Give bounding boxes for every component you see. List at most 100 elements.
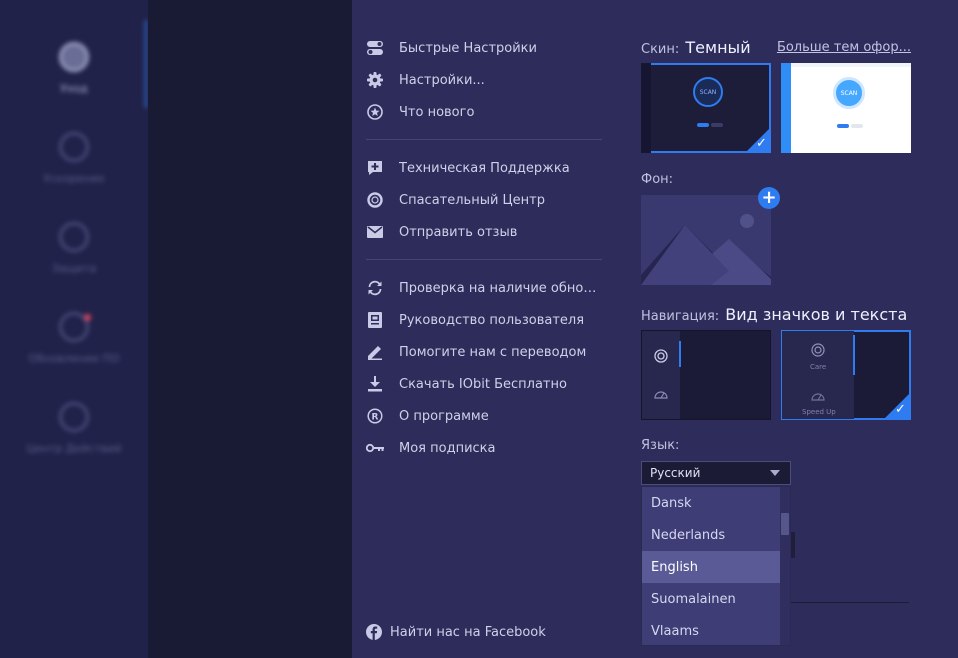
landscape-icon [641,195,771,285]
skin-dark-thumbnail[interactable]: SCAN ✓ [641,63,771,153]
thumb-active-bar [853,335,855,375]
svg-text:R: R [372,413,379,423]
hidden-divider [791,602,909,603]
appearance-settings: Скин: Темный Больше тем офор... SCAN ✓ S… [641,0,931,658]
menu-item-label: Спасательный Центр [399,192,545,208]
language-selected-value: Русский [650,466,701,480]
menu-item-label: Проверка на наличие обновлений [399,280,599,296]
app-sidebar: Уход Ускорение Защита Обновление ПО Цент… [0,0,148,658]
shield-icon [59,222,89,252]
check-icon: ✓ [895,402,906,417]
app-sidebar-item-protect: Защита [0,222,148,275]
facebook-link[interactable]: Найти нас на Facebook [366,624,546,640]
menu-item-label: Помогите нам с переводом [399,344,587,360]
refresh-icon [366,279,384,297]
menu-divider [366,259,602,260]
pencil-icon [366,343,384,361]
app-sidebar-item-care: Уход [0,42,148,95]
app-content [148,0,352,658]
skin-label-text: Скин: [641,42,680,57]
facebook-link-label: Найти нас на Facebook [390,624,546,640]
app-sidebar-label: Уход [60,82,88,95]
skin-light-thumbnail[interactable]: SCAN [781,63,911,153]
hidden-control-edge [791,532,795,558]
nav-preview-label: Care [810,363,827,371]
envelope-icon [366,223,384,241]
menu-item-settings[interactable]: Настройки... [366,64,602,96]
thumb-button [851,124,863,128]
language-option[interactable]: Vlaams [642,615,781,645]
thumb-sidebar [781,63,791,153]
skin-label: Скин: Темный [641,38,751,57]
language-option[interactable]: Nederlands [642,519,781,551]
main-menu-panel: Быстрые Настройки Настройки... Что новог… [352,0,958,658]
care-icon [654,349,668,363]
menu-item-tech-support[interactable]: Техническая Поддержка [366,152,602,184]
menu-item-translate[interactable]: Помогите нам с переводом [366,336,602,368]
nav-preview-label: Speed Up [802,408,836,416]
menu-item-download-free[interactable]: Скачать IObit Бесплатно [366,368,602,400]
app-sidebar-item-speedup: Ускорение [0,132,148,185]
menu-list: Быстрые Настройки Настройки... Что новог… [366,32,602,464]
navigation-label-text: Навигация: [641,309,720,324]
menu-item-label: Быстрые Настройки [399,40,537,56]
menu-item-about[interactable]: R О программе [366,400,602,432]
menu-item-rescue-center[interactable]: Спасательный Центр [366,184,602,216]
scan-button-preview: SCAN [693,77,723,107]
support-plus-icon [366,159,384,177]
app-sidebar-item-update: Обновление ПО [0,312,148,365]
care-icon [811,343,825,357]
more-skins-link[interactable]: Больше тем офор... [777,40,911,55]
background-app: Уход Ускорение Защита Обновление ПО Цент… [0,0,352,658]
facebook-icon [366,624,382,640]
background-label: Фон: [641,172,674,187]
app-sidebar-label: Ускорение [43,172,105,185]
dropdown-scrollbar[interactable] [780,487,790,645]
thumb-button [697,123,709,127]
action-center-icon [59,402,89,432]
menu-item-label: Что нового [399,104,475,120]
background-thumbnail[interactable] [641,195,771,285]
language-option-highlighted[interactable]: English [642,551,781,583]
scan-button-preview: SCAN [833,77,865,109]
nav-icons-text-thumbnail[interactable]: Care Speed Up ✓ [781,330,911,420]
chevron-down-icon [770,470,780,476]
menu-item-check-updates[interactable]: Проверка на наличие обновлений [366,272,602,304]
language-option[interactable]: Dansk [642,487,781,519]
thumb-sidebar [642,331,680,419]
thumb-sidebar [641,63,651,153]
book-icon [366,311,384,329]
gear-icon [366,71,384,89]
menu-item-user-guide[interactable]: Руководство пользователя [366,304,602,336]
check-icon: ✓ [756,136,767,151]
menu-item-label: О программе [399,408,489,424]
menu-item-feedback[interactable]: Отправить отзыв [366,216,602,248]
menu-item-label: Скачать IObit Бесплатно [399,376,567,392]
navigation-value: Вид значков и текста [725,305,908,324]
menu-item-label: Отправить отзыв [399,224,518,240]
app-sidebar-label: Центр Действий [26,442,122,455]
menu-item-label: Техническая Поддержка [399,160,570,176]
thumb-button [837,124,849,128]
notification-dot [84,314,91,321]
menu-item-subscription[interactable]: Моя подписка [366,432,602,464]
key-icon [366,439,384,457]
language-option[interactable]: Suomalainen [642,583,781,615]
add-background-button[interactable]: + [758,187,780,209]
scrollbar-thumb[interactable] [781,513,789,535]
menu-item-whats-new[interactable]: Что нового [366,96,602,128]
skin-value: Темный [685,38,751,57]
language-dropdown-list: Dansk Nederlands English Suomalainen Vla… [641,486,791,646]
menu-item-label: Руководство пользователя [399,312,585,328]
app-sidebar-label: Защита [51,262,97,275]
app-sidebar-item-action-center: Центр Действий [0,402,148,455]
menu-item-label: Настройки... [399,72,485,88]
menu-item-quick-settings[interactable]: Быстрые Настройки [366,32,602,64]
thumb-button [711,123,723,127]
speedometer-icon [654,387,668,401]
language-select[interactable]: Русский [641,461,791,485]
nav-icons-only-thumbnail[interactable] [641,330,771,420]
speedometer-icon [811,389,825,403]
thumb-topbar [791,63,911,67]
menu-divider [366,139,602,140]
